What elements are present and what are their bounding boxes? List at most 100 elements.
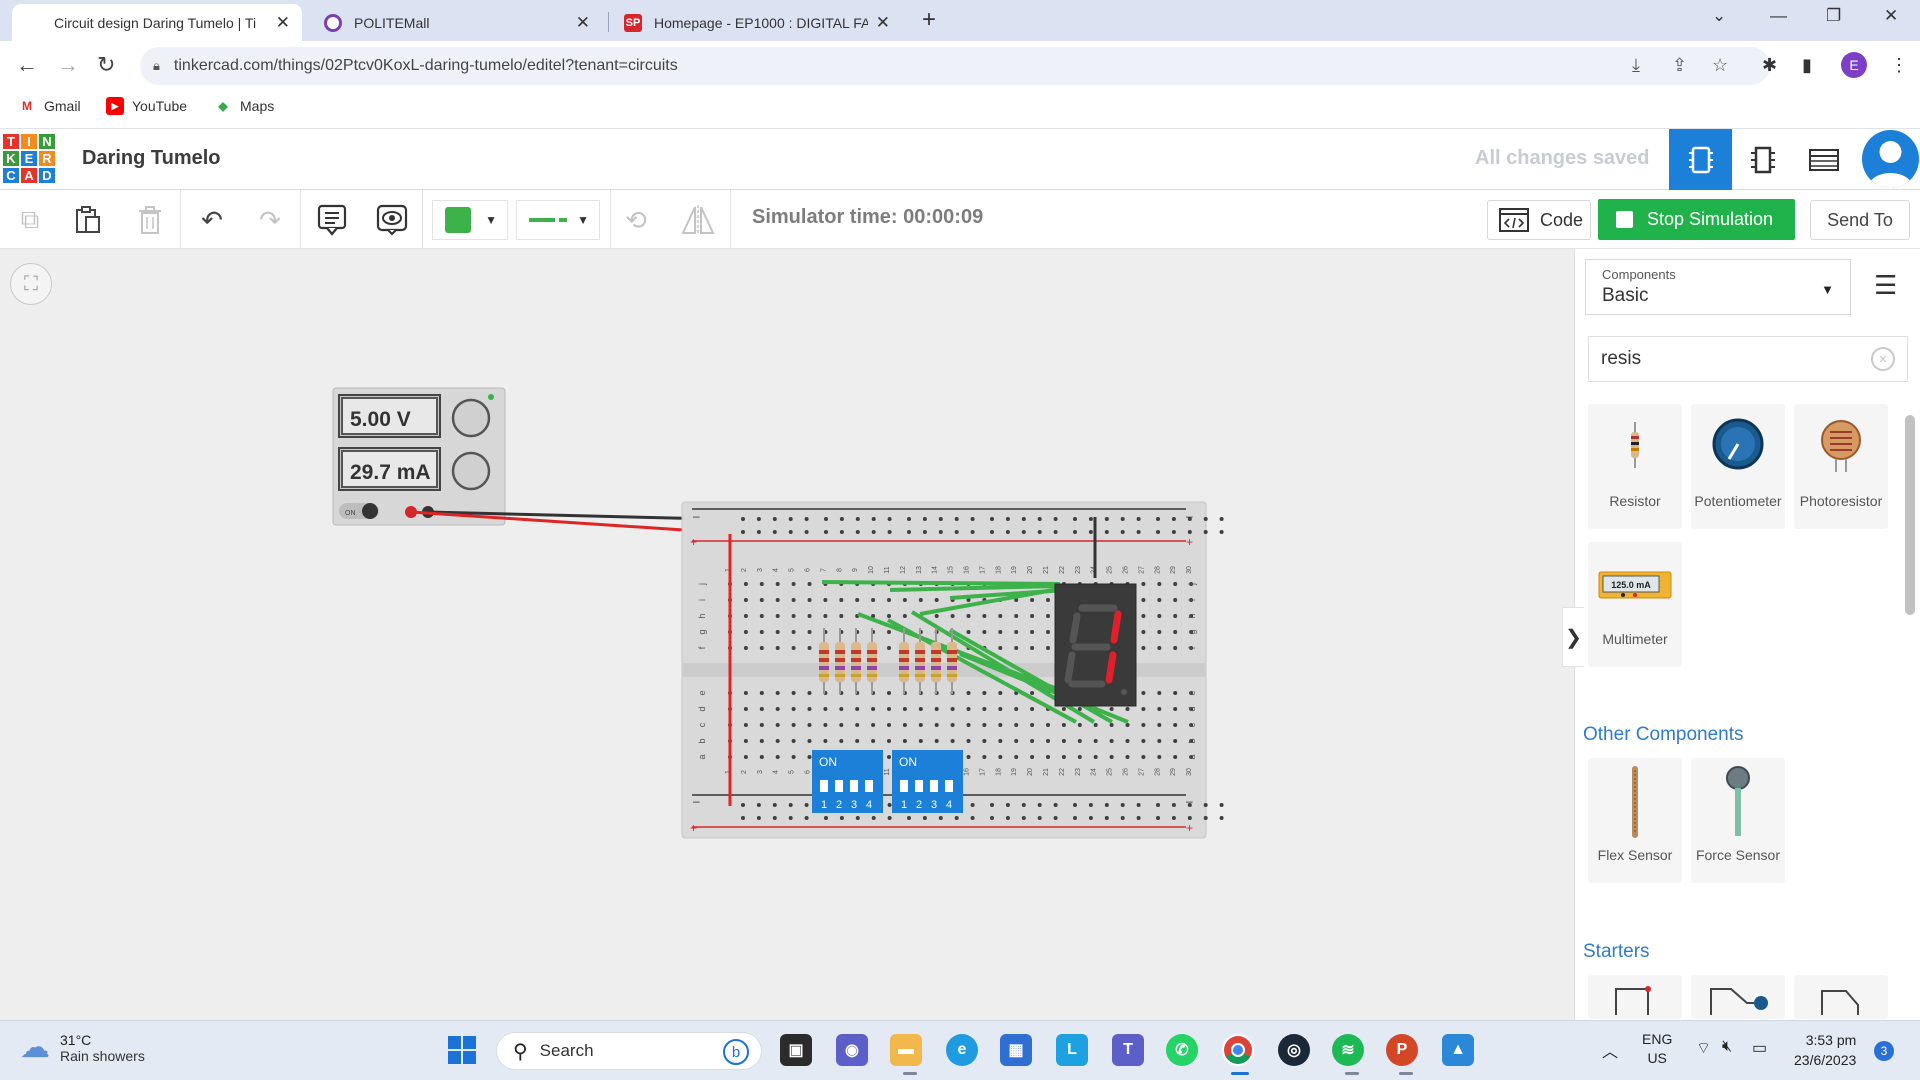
toolbar-divider [610,190,611,249]
bookmark-maps[interactable]: ◆ Maps [214,97,274,115]
component-search-input[interactable]: resis × [1588,336,1908,382]
logo-letter: E [20,150,38,167]
whatsapp-icon[interactable]: ✆ [1166,1034,1198,1066]
flip-icon[interactable] [678,200,718,240]
project-title[interactable]: Daring Tumelo [82,147,221,170]
force-sensor-icon [1726,766,1750,836]
component-list-button[interactable] [1794,129,1854,190]
component-card-photoresistor[interactable]: Photoresistor [1794,404,1888,529]
wire-color-swatch [445,207,471,233]
close-tab-icon[interactable]: ✕ [276,13,290,33]
bookmark-youtube[interactable]: ▶ YouTube [106,97,187,115]
address-bar[interactable]: 🔒︎ tinkercad.com/things/02Ptcv0KoxL-dari… [140,47,1770,85]
undo-icon[interactable]: ↶ [192,200,232,240]
profile-avatar[interactable]: E [1841,52,1867,78]
new-tab-icon[interactable]: + [922,6,936,34]
teams-icon[interactable]: T [1112,1034,1144,1066]
starter-card[interactable] [1691,975,1785,1019]
start-button[interactable] [446,1034,478,1066]
tab-title: Circuit design Daring Tumelo | Ti [54,14,257,31]
schematic-view-button[interactable] [1733,129,1793,190]
share-icon[interactable]: ⇪ [1672,55,1687,76]
store-icon[interactable]: ▦ [1000,1034,1032,1066]
note-icon[interactable] [312,200,352,240]
copy-icon[interactable]: ⧉ [10,200,50,240]
task-view-icon[interactable]: ▣ [780,1034,812,1066]
component-card-multimeter[interactable]: 125.0 mA Multimeter [1588,542,1682,667]
close-tab-icon[interactable]: ✕ [576,13,590,33]
eye-note-icon [376,204,408,236]
battery-icon[interactable]: ▭ [1752,1038,1767,1058]
tinkercad-logo[interactable]: T I N K E R C A D [2,133,56,185]
stop-simulation-button[interactable]: Stop Simulation [1598,199,1795,240]
taskbar-search[interactable]: ⚲ Search b [496,1032,762,1070]
chrome-icon[interactable] [1222,1034,1254,1066]
install-app-icon[interactable]: ⤓ [1632,55,1640,76]
tab-ep1000[interactable]: SP Homepage - EP1000 : DIGITAL FA ✕ [612,4,902,41]
tab-tinkercad[interactable]: Circuit design Daring Tumelo | Ti ✕ [12,4,302,41]
delete-icon[interactable] [130,200,170,240]
weather-desc: Rain showers [60,1047,145,1064]
component-card-potentiometer[interactable]: Potentiometer [1691,404,1785,529]
component-card-force-sensor[interactable]: Force Sensor [1691,758,1785,883]
components-dropdown[interactable]: Components Basic ▼ [1585,259,1851,315]
panel-scrollbar[interactable] [1903,400,1917,1014]
chevron-down-icon: ▼ [1821,282,1834,297]
l-app-icon[interactable]: L [1056,1034,1088,1066]
scrollbar-thumb[interactable] [1905,415,1915,615]
list-view-icon[interactable]: ☰ [1874,270,1897,301]
lang-top: ENG [1642,1031,1673,1047]
language-indicator[interactable]: ENG US [1642,1030,1672,1068]
tab-search-icon[interactable]: ⌄ [1712,6,1726,26]
back-icon[interactable]: ← [16,52,38,78]
photos-icon[interactable]: ▲ [1442,1034,1474,1066]
clock[interactable]: 3:53 pm 23/6/2023 [1794,1030,1856,1070]
chat-icon[interactable]: ◉ [836,1034,868,1066]
powerpoint-icon[interactable]: P [1386,1034,1418,1066]
steam-icon[interactable]: ◎ [1278,1034,1310,1066]
notification-badge[interactable]: 3 [1874,1041,1894,1061]
fit-view-icon[interactable]: ⛶ [10,263,52,305]
rotate-icon[interactable]: ⟲ [616,200,656,240]
redo-icon[interactable]: ↷ [250,200,290,240]
code-button[interactable]: Code [1487,200,1591,240]
forward-icon[interactable]: → [57,52,79,78]
starter-card[interactable] [1794,975,1888,1019]
wire-color-picker[interactable]: ▼ [432,200,508,240]
spotify-icon[interactable]: ≋ [1332,1034,1364,1066]
starter-card[interactable] [1588,975,1682,1019]
browser-menu-icon[interactable]: ⋮ [1890,55,1908,76]
tab-politemall[interactable]: POLITEMall ✕ [312,4,602,41]
component-card-resistor[interactable]: Resistor [1588,404,1682,529]
collapse-panel-icon[interactable]: ❯ [1562,607,1584,667]
component-card-flex-sensor[interactable]: Flex Sensor [1588,758,1682,883]
file-explorer-icon[interactable]: ▬ [890,1034,922,1066]
notes-visibility-icon[interactable] [372,200,412,240]
show-hidden-icons[interactable]: ︿ [1602,1038,1618,1062]
close-window-icon[interactable]: ✕ [1884,6,1898,26]
active-app-indicator [1231,1072,1249,1075]
extensions-icon[interactable]: ✱ [1762,55,1777,76]
paste-icon[interactable] [68,200,108,240]
photoresistor-icon [1821,420,1861,472]
circuit-canvas[interactable] [0,249,1574,1020]
wire-type-picker[interactable]: ▼ [516,200,600,240]
volume-muted-icon[interactable]: 🔇︎ [1722,1038,1732,1056]
clear-search-icon[interactable]: × [1871,347,1895,371]
starter-circuit-icon [1710,988,1768,1015]
circuit-view-button[interactable] [1669,129,1732,190]
side-panel-icon[interactable]: ▮ [1802,55,1812,76]
send-to-button[interactable]: Send To [1810,200,1910,240]
wifi-icon[interactable]: ⌔ [1696,1038,1711,1058]
bookmark-gmail[interactable]: M Gmail [18,97,81,115]
weather-widget[interactable]: ☁ 31°C Rain showers [20,1030,145,1065]
starters-heading: Starters [1583,941,1650,962]
reload-icon[interactable]: ↻ [97,52,115,78]
user-avatar[interactable] [1862,130,1919,188]
bookmark-star-icon[interactable]: ☆ [1712,55,1728,76]
restore-icon[interactable]: ❐ [1826,6,1841,26]
close-tab-icon[interactable]: ✕ [876,13,890,33]
edge-icon[interactable]: e [946,1034,978,1066]
minimize-icon[interactable]: — [1770,6,1787,26]
bing-icon[interactable]: b [723,1039,749,1065]
